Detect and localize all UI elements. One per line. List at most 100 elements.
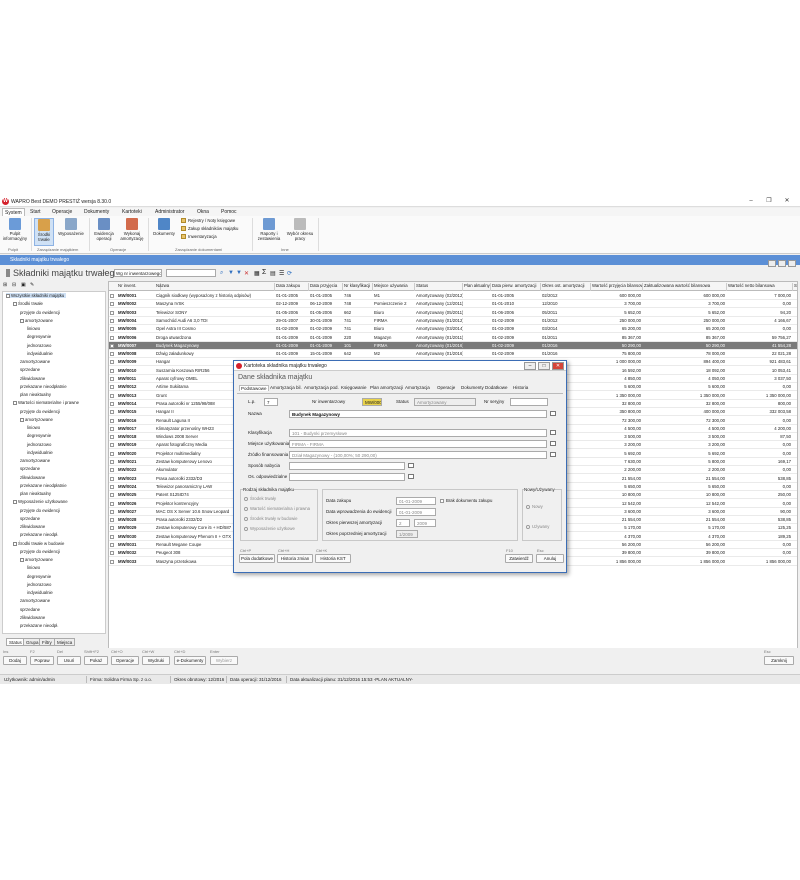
row-checkbox[interactable]	[110, 310, 114, 315]
tree-node[interactable]: zlikwidowane	[20, 615, 45, 620]
menu-dokumenty[interactable]: Dokumenty	[84, 209, 109, 215]
sposob-field[interactable]	[289, 462, 405, 470]
table-row[interactable]: MW/0004 Samochód Audi A6 3,0 TDI 29-01-200…	[109, 317, 797, 325]
row-checkbox[interactable]	[110, 543, 114, 547]
dialog-tab[interactable]: Historia	[513, 385, 528, 390]
osoba-field[interactable]	[289, 473, 405, 481]
row-checkbox[interactable]	[110, 551, 114, 556]
row-checkbox[interactable]	[110, 476, 114, 481]
historia-zmian-button[interactable]: Historia zmian	[277, 554, 313, 563]
tree-node[interactable]: degresywnie	[27, 334, 51, 339]
dialog-tab[interactable]: Podstawowe	[239, 385, 269, 391]
tree-node[interactable]: degresywnie	[27, 433, 51, 438]
row-checkbox[interactable]	[110, 343, 114, 348]
tab-status[interactable]: Status	[6, 638, 25, 646]
row-checkbox[interactable]	[110, 393, 114, 398]
row-checkbox[interactable]	[110, 526, 114, 531]
column-header[interactable]: Zaktualizowana wartość bilansowa	[643, 283, 727, 291]
row-checkbox[interactable]	[110, 468, 114, 473]
tree-node[interactable]: Wszystkie składniki majątku	[6, 293, 67, 298]
lp-field[interactable]: 7	[264, 398, 278, 406]
row-checkbox[interactable]	[110, 294, 114, 298]
radio-w-budowie[interactable]: Środek trwały w budowie	[244, 516, 298, 521]
nrinw-field[interactable]: MW/0007	[362, 398, 382, 406]
dialog-tab[interactable]: Amortyzacja pod.	[304, 385, 339, 390]
row-checkbox[interactable]	[110, 518, 114, 523]
columns-icon[interactable]: ▦	[254, 270, 260, 277]
tree-node[interactable]: Środki trwałe w budowie	[13, 541, 64, 546]
tree-node[interactable]: liniowo	[27, 565, 40, 570]
nazwa-field[interactable]: Budynek Magazynowy	[289, 410, 547, 418]
raporty-button[interactable]: Raporty i zestawienia	[255, 218, 283, 241]
zamknij-button[interactable]: Zamknij	[764, 656, 794, 665]
ewidencja-operacji-button[interactable]: Ewidencja operacji	[92, 218, 116, 241]
table-row[interactable]: MW/0006 Droga utwardzona 01-01-2009 01-01-2…	[109, 334, 797, 342]
tree-node[interactable]: sprzedane	[20, 516, 40, 521]
folder-icon[interactable]	[408, 474, 414, 479]
row-checkbox[interactable]	[110, 327, 114, 332]
row-checkbox[interactable]	[110, 368, 114, 373]
folder-icon[interactable]	[550, 411, 556, 416]
column-header[interactable]: Status	[415, 283, 463, 291]
row-checkbox[interactable]	[110, 401, 114, 406]
zakup-skladnikow-button[interactable]: Zakup składników majątku	[181, 226, 238, 232]
menu-administrator[interactable]: Administrator	[155, 209, 184, 215]
tree-node[interactable]: zamortyzowane	[20, 359, 50, 364]
menu-okna[interactable]: Okna	[197, 209, 209, 215]
close-button[interactable]: ✕	[780, 197, 794, 206]
expand-toggle-icon[interactable]	[13, 302, 17, 307]
tree-node[interactable]: zlikwidowane	[20, 376, 45, 381]
wydruki-button[interactable]: Wydruki	[142, 656, 170, 665]
tree-node[interactable]: sprzedane	[20, 466, 40, 471]
row-checkbox[interactable]	[110, 460, 114, 464]
menu-start[interactable]: Start	[30, 209, 41, 215]
window-minimize-icon[interactable]	[768, 260, 776, 267]
dialog-minimize-button[interactable]: –	[524, 362, 536, 370]
row-checkbox[interactable]	[110, 360, 114, 365]
expand-toggle-icon[interactable]	[13, 541, 17, 546]
table-row[interactable]: MW/0003 Telewizor SONY 01-05-2006 01-05-200…	[109, 309, 797, 317]
tree-add-icon[interactable]: ▣	[21, 282, 26, 288]
tab-miejsca[interactable]: Miejsca	[54, 638, 76, 646]
tree-node[interactable]: sprzedane	[20, 367, 40, 372]
tree-node[interactable]: zlikwidowane	[20, 475, 45, 480]
column-header[interactable]: Nr klasyfikacji	[343, 283, 373, 291]
data-przyjecia-field[interactable]: 01-01-2009	[396, 508, 436, 516]
column-header[interactable]: Nazwa	[155, 283, 275, 291]
tree-node[interactable]: sprzedane	[20, 607, 40, 612]
collapse-all-icon[interactable]: ⊟	[12, 282, 16, 288]
menu-kartoteki[interactable]: Kartoteki	[122, 209, 142, 215]
dialog-tab[interactable]: Operacje	[437, 385, 455, 390]
zatwierdz-button[interactable]: Zatwierdź	[505, 554, 533, 563]
tree-node[interactable]: zlikwidowane	[20, 524, 45, 529]
column-header[interactable]: Data zakupu	[275, 283, 309, 291]
row-checkbox[interactable]	[110, 335, 114, 340]
row-checkbox[interactable]	[110, 410, 114, 415]
dialog-tab[interactable]: Plan amortyzacji	[370, 385, 403, 390]
row-checkbox[interactable]	[110, 484, 114, 489]
table-row[interactable]: MW/0005 Opel Astra III Cosmo 01-02-2009 01-…	[109, 325, 797, 334]
tree-node[interactable]: liniowo	[27, 326, 40, 331]
tree-node[interactable]: indywidualnie	[27, 590, 53, 595]
column-header[interactable]: Wartość netto bilansowa	[727, 283, 793, 291]
row-checkbox[interactable]	[110, 385, 114, 390]
tree-node[interactable]: przekazane nieodpłatnie	[20, 483, 67, 488]
folder-icon[interactable]	[408, 463, 414, 468]
minimize-button[interactable]: –	[744, 197, 758, 206]
dialog-close-button[interactable]: ✕	[552, 362, 564, 370]
radio-nowy[interactable]: Nowy	[526, 504, 543, 509]
tree-node[interactable]: amortyzowane	[20, 417, 53, 422]
restore-button[interactable]: ❐	[762, 197, 776, 206]
brak-dokumentu-checkbox[interactable]: Brak dokumentu zakupu	[440, 498, 492, 503]
tree-node[interactable]: indywidualnie	[27, 450, 53, 455]
folder-icon[interactable]	[550, 430, 556, 435]
pola-dodatkowe-button[interactable]: Pola dodatkowe	[239, 554, 275, 563]
expand-all-icon[interactable]: ⊞	[3, 282, 7, 288]
table-row[interactable]: MW/0002 Maszyna IVSK 02-12-2009 06-12-2009 7…	[109, 300, 797, 309]
sum-icon[interactable]: Σ	[262, 269, 266, 276]
menu-pomoc[interactable]: Pomoc	[221, 209, 237, 215]
row-checkbox[interactable]	[110, 451, 114, 456]
column-header[interactable]: Stawka bil.	[793, 283, 797, 291]
dokumenty-button[interactable]: Dokumenty	[150, 218, 178, 236]
row-checkbox[interactable]	[110, 318, 114, 323]
